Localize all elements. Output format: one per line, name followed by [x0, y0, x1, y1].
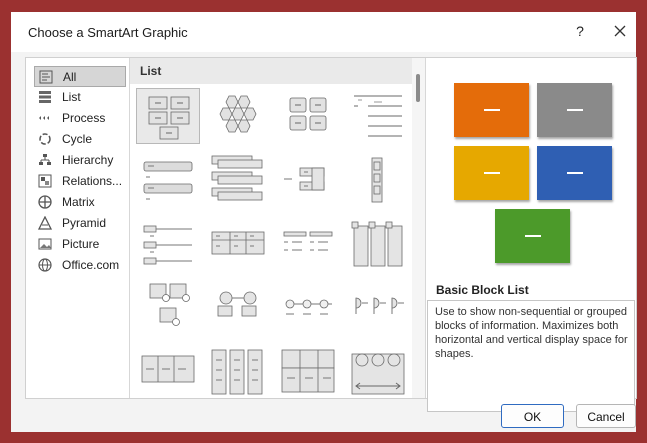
layout-lined-list[interactable]	[346, 88, 410, 144]
layout-vertical-bracket-list[interactable]	[206, 344, 270, 398]
layout-bullet-circle-list[interactable]	[276, 280, 340, 336]
all-icon	[39, 70, 53, 84]
category-item-office-com[interactable]: Office.com	[34, 255, 126, 276]
layout-square-accent-list[interactable]	[346, 152, 410, 208]
category-list: All List Process Cycle Hierarchy Relatio…	[26, 58, 130, 398]
grouped-list-thumbnail	[283, 231, 333, 251]
layout-gallery: List	[130, 58, 426, 398]
dialog-content: All List Process Cycle Hierarchy Relatio…	[25, 57, 637, 412]
half-circle-list-thumbnail	[355, 297, 404, 314]
trapezoid-list-thumbnail	[143, 225, 192, 265]
hexagon-list-thumbnail	[219, 95, 257, 133]
square-accent-list-thumbnail	[371, 157, 383, 203]
dialog-title: Choose a SmartArt Graphic	[28, 25, 188, 40]
layout-picture-caption-list[interactable]	[136, 280, 200, 336]
category-label: Cycle	[62, 132, 93, 146]
category-label: Hierarchy	[62, 153, 114, 167]
preview-block-blue	[537, 146, 612, 200]
smartart-dialog: Choose a SmartArt Graphic ? All List Pro…	[11, 12, 637, 432]
category-item-all[interactable]: All	[34, 66, 126, 87]
category-item-cycle[interactable]: Cycle	[34, 129, 126, 150]
category-item-list[interactable]: List	[34, 87, 126, 108]
layout-hexagon-list[interactable]	[206, 88, 270, 144]
cycle-icon	[39, 133, 51, 145]
help-button[interactable]: ?	[571, 23, 589, 41]
title-bar: Choose a SmartArt Graphic ?	[11, 12, 636, 52]
layout-name: Basic Block List	[436, 283, 529, 297]
gallery-header: List	[130, 58, 412, 84]
category-item-hierarchy[interactable]: Hierarchy	[34, 150, 126, 171]
preview-block-green	[495, 209, 570, 263]
layout-tab-list[interactable]	[276, 344, 340, 398]
list-icon	[39, 91, 51, 103]
category-item-relationship[interactable]: Relations...	[34, 171, 126, 192]
lined-list-thumbnail	[354, 95, 402, 137]
preview-block-orange	[454, 83, 529, 137]
scrollbar-thumb[interactable]	[416, 74, 420, 102]
layout-segmented-list[interactable]	[136, 344, 200, 398]
category-label: Pyramid	[62, 216, 107, 230]
picture-icon	[38, 238, 52, 250]
pyramid-icon	[38, 216, 52, 230]
category-item-process[interactable]: Process	[34, 108, 126, 129]
layout-description-box: Use to show non-sequential or grouped bl…	[427, 300, 635, 412]
pillars-list-thumbnail	[351, 221, 403, 267]
matrix-icon	[38, 195, 52, 209]
category-label: Office.com	[62, 258, 120, 272]
vertical-bracket-list-thumbnail	[211, 349, 263, 395]
picture-caption-list-thumbnail	[149, 283, 190, 326]
layout-basic-block-list[interactable]	[136, 88, 200, 144]
category-item-picture[interactable]: Picture	[34, 234, 126, 255]
table-list-thumbnail	[211, 231, 265, 255]
layout-pillars-list[interactable]	[346, 216, 410, 272]
close-icon	[614, 25, 626, 37]
relationship-icon	[38, 174, 52, 188]
category-label: Matrix	[62, 195, 95, 209]
circle-accent-list-thumbnail	[217, 291, 257, 317]
layout-description: Use to show non-sequential or grouped bl…	[435, 306, 628, 360]
layout-circle-accent-list[interactable]	[206, 280, 270, 336]
stacked-list-thumbnail	[289, 97, 327, 131]
horizontal-bullet-list-thumbnail	[284, 167, 325, 191]
category-label: Process	[62, 111, 106, 125]
preview-block-gray	[537, 83, 612, 137]
layout-circle-arrow-list[interactable]	[346, 344, 410, 398]
tab-list-thumbnail	[281, 349, 335, 393]
category-label: Picture	[62, 237, 100, 251]
vertical-bullet-list-thumbnail	[143, 161, 193, 200]
layout-grouped-list[interactable]	[276, 216, 340, 272]
basic-block-list-thumbnail	[148, 96, 190, 140]
category-item-matrix[interactable]: Matrix	[34, 192, 126, 213]
gallery-scrollbar[interactable]	[412, 58, 425, 398]
hierarchy-icon	[39, 154, 51, 165]
category-label: All	[63, 70, 77, 84]
circle-arrow-list-thumbnail	[351, 353, 405, 395]
layout-stacked-list[interactable]	[276, 88, 340, 144]
ok-button[interactable]: OK	[501, 404, 564, 428]
bullet-circle-list-thumbnail	[285, 299, 332, 315]
layout-table-list[interactable]	[206, 216, 270, 272]
layout-half-circle-list[interactable]	[346, 280, 410, 336]
layout-vertical-box-list[interactable]	[206, 152, 270, 208]
layout-vertical-bullet-list[interactable]	[136, 152, 200, 208]
close-button[interactable]	[610, 21, 630, 41]
cancel-button[interactable]: Cancel	[576, 404, 636, 428]
category-item-pyramid[interactable]: Pyramid	[34, 213, 126, 234]
category-label: Relations...	[62, 174, 123, 188]
process-icon	[39, 116, 49, 120]
layout-preview	[448, 75, 613, 263]
preview-panel: Basic Block List Use to show non-sequent…	[426, 58, 636, 412]
preview-block-gold	[454, 146, 529, 200]
layout-horizontal-bullet-list[interactable]	[276, 152, 340, 208]
category-label: List	[62, 90, 81, 104]
layout-trapezoid-list[interactable]	[136, 216, 200, 272]
segmented-list-thumbnail	[141, 355, 195, 383]
globe-icon	[38, 258, 52, 272]
vertical-box-list-thumbnail	[211, 155, 263, 201]
gallery-header-label: List	[140, 64, 162, 78]
